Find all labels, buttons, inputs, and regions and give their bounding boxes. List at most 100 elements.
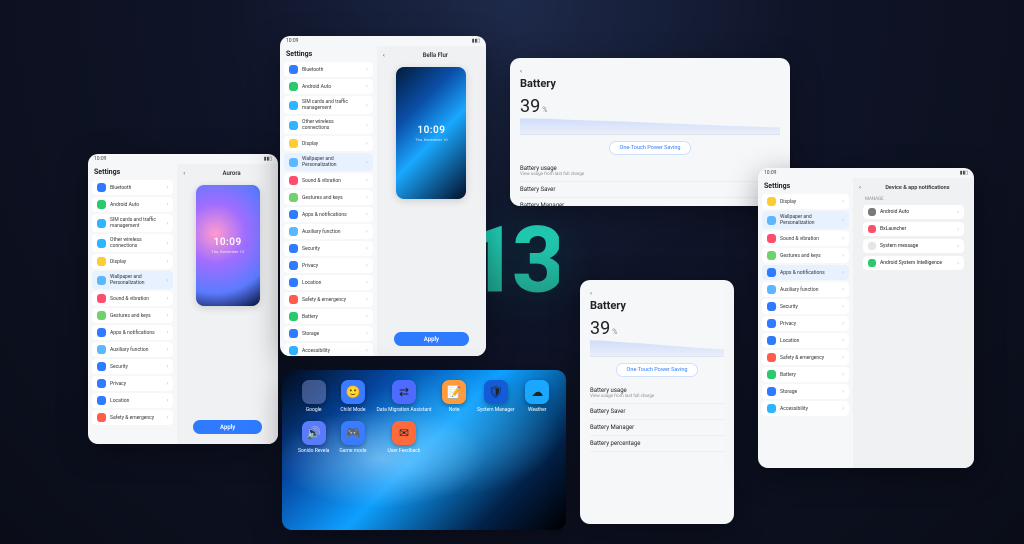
back-button[interactable]: ‹ xyxy=(590,290,592,297)
app-google[interactable]: Google xyxy=(302,380,326,413)
sidebar-item-gestures-and-keys[interactable]: Gestures and keys› xyxy=(762,248,849,263)
sidebar-icon xyxy=(289,346,298,355)
battery-row[interactable]: Battery percentage xyxy=(590,436,724,452)
row-title: Battery usage xyxy=(520,165,780,172)
sidebar-item-privacy[interactable]: Privacy› xyxy=(284,258,373,273)
back-button[interactable]: ‹ xyxy=(183,170,185,177)
sidebar-item-gestures-and-keys[interactable]: Gestures and keys› xyxy=(92,308,173,323)
sidebar-item-privacy[interactable]: Privacy› xyxy=(762,316,849,331)
apply-button[interactable]: Apply xyxy=(394,332,470,346)
notif-app-android-auto[interactable]: Android Auto› xyxy=(863,205,964,219)
app-icon: 🔊 xyxy=(302,421,326,445)
power-saving-button[interactable]: One-Touch Power Saving xyxy=(616,363,699,377)
sidebar-item-gestures-and-keys[interactable]: Gestures and keys› xyxy=(284,190,373,205)
chevron-right-icon: › xyxy=(842,388,844,395)
chevron-right-icon: › xyxy=(842,217,844,224)
sidebar-item-privacy[interactable]: Privacy› xyxy=(92,376,173,391)
sidebar-item-safety-emergency[interactable]: Safety & emergency› xyxy=(762,350,849,365)
sidebar-item-display[interactable]: Display› xyxy=(92,254,173,269)
app-label: System Manager xyxy=(477,407,515,413)
sidebar-icon xyxy=(289,227,298,236)
chevron-right-icon: › xyxy=(366,330,368,337)
chevron-right-icon: › xyxy=(842,405,844,412)
sidebar-item-apps-notifications[interactable]: Apps & notifications› xyxy=(284,207,373,222)
sidebar-item-label: Bluetooth xyxy=(110,185,131,191)
sidebar-item-sim-cards-and-traffic-management[interactable]: SIM cards and traffic management› xyxy=(92,214,173,232)
notif-app-bxlauncher[interactable]: BxLauncher› xyxy=(863,222,964,236)
app-data-migration-assistant[interactable]: ⇄Data Migration Assistant xyxy=(377,380,432,413)
sidebar-item-safety-emergency[interactable]: Safety & emergency› xyxy=(284,292,373,307)
back-button[interactable]: ‹ xyxy=(859,184,861,191)
battery-row[interactable]: Battery Manager xyxy=(520,198,780,206)
sidebar-item-storage[interactable]: Storage› xyxy=(284,326,373,341)
wallpaper-preview[interactable]: 10:09 Thu, November 10 xyxy=(196,185,260,306)
sidebar-item-security[interactable]: Security› xyxy=(762,299,849,314)
sidebar-item-battery[interactable]: Battery› xyxy=(284,309,373,324)
app-note[interactable]: 📝Note xyxy=(442,380,466,413)
app-sonido-revela[interactable]: 🔊Sonido Revela xyxy=(298,421,329,454)
sidebar-item-wallpaper-and-personalization[interactable]: Wallpaper and Personalization› xyxy=(762,211,849,229)
sidebar-item-location[interactable]: Location› xyxy=(762,333,849,348)
sidebar-item-wallpaper-and-personalization[interactable]: Wallpaper and Personalization› xyxy=(284,153,373,171)
sidebar-icon xyxy=(97,294,106,303)
sidebar-item-label: SIM cards and traffic management xyxy=(302,99,362,111)
sidebar-item-wallpaper-and-personalization[interactable]: Wallpaper and Personalization› xyxy=(92,271,173,289)
notif-app-android-system-intelligence[interactable]: Android System Intelligence› xyxy=(863,256,964,270)
sidebar-item-label: Apps & notifications xyxy=(302,212,347,218)
battery-row[interactable]: Battery Manager xyxy=(590,420,724,436)
sidebar-item-other-wireless-connections[interactable]: Other wireless connections› xyxy=(92,234,173,252)
sidebar-item-sim-cards-and-traffic-management[interactable]: SIM cards and traffic management› xyxy=(284,96,373,114)
sidebar-item-battery[interactable]: Battery› xyxy=(762,367,849,382)
chevron-right-icon: › xyxy=(366,66,368,73)
row-title: Battery Saver xyxy=(520,186,780,193)
sidebar-item-apps-notifications[interactable]: Apps & notifications› xyxy=(762,265,849,280)
sidebar-icon xyxy=(767,268,776,277)
app-weather[interactable]: ☁Weather xyxy=(525,380,549,413)
sidebar-item-location[interactable]: Location› xyxy=(92,393,173,408)
app-game-mode[interactable]: 🎮Game mode xyxy=(339,421,366,454)
sidebar-item-safety-emergency[interactable]: Safety & emergency› xyxy=(92,410,173,425)
battery-row[interactable]: Battery usageView usage from last full c… xyxy=(520,161,780,182)
status-bar: 10:09▮▮▯ xyxy=(280,36,486,46)
sidebar-item-accessibility[interactable]: Accessibility › xyxy=(762,401,849,416)
sidebar-item-accessibility[interactable]: Accessibility› xyxy=(284,343,373,356)
sidebar-item-display[interactable]: Display› xyxy=(284,136,373,151)
sidebar-item-bluetooth[interactable]: Bluetooth› xyxy=(92,180,173,195)
back-button[interactable]: ‹ xyxy=(520,68,522,75)
wallpaper-preview[interactable]: 10:09 Thu, November 10 xyxy=(396,67,466,199)
sidebar-item-security[interactable]: Security› xyxy=(92,359,173,374)
lock-date: Thu, November 10 xyxy=(415,137,447,142)
back-button[interactable]: ‹ xyxy=(383,52,385,59)
battery-row[interactable]: Battery Saver xyxy=(520,182,780,198)
sidebar-item-label: Accessibility xyxy=(780,406,808,412)
sidebar-item-auxiliary-function[interactable]: Auxiliary function› xyxy=(284,224,373,239)
sidebar-item-display[interactable]: Display› xyxy=(762,194,849,209)
notif-app-system-message[interactable]: System message› xyxy=(863,239,964,253)
sidebar-item-label: Other wireless connections xyxy=(302,119,362,131)
sidebar-item-label: Wallpaper and Personalization xyxy=(110,274,162,286)
battery-row[interactable]: Battery Saver xyxy=(590,404,724,420)
sidebar-item-other-wireless-connections[interactable]: Other wireless connections› xyxy=(284,116,373,134)
sidebar-icon xyxy=(289,193,298,202)
app-user-feedback[interactable]: ✉User Feedback xyxy=(388,421,421,454)
sidebar-item-android-auto[interactable]: Android Auto› xyxy=(92,197,173,212)
apply-button[interactable]: Apply xyxy=(193,420,262,434)
sidebar-item-storage[interactable]: Storage› xyxy=(762,384,849,399)
sidebar-item-sound-vibration[interactable]: Sound & vibration› xyxy=(762,231,849,246)
sidebar-item-auxiliary-function[interactable]: Auxiliary function› xyxy=(92,342,173,357)
sidebar-item-apps-notifications[interactable]: Apps & notifications› xyxy=(92,325,173,340)
sidebar-item-auxiliary-function[interactable]: Auxiliary function› xyxy=(762,282,849,297)
app-system-manager[interactable]: 🛡System Manager xyxy=(477,380,515,413)
chevron-right-icon: › xyxy=(366,313,368,320)
sidebar-icon xyxy=(767,285,776,294)
sidebar-item-sound-vibration[interactable]: Sound & vibration› xyxy=(92,291,173,306)
power-saving-button[interactable]: One-Touch Power Saving xyxy=(609,141,692,155)
battery-row[interactable]: Battery usageView usage from last full c… xyxy=(590,383,724,404)
sidebar-icon xyxy=(97,362,106,371)
sidebar-item-location[interactable]: Location› xyxy=(284,275,373,290)
sidebar-item-security[interactable]: Security› xyxy=(284,241,373,256)
sidebar-item-android-auto[interactable]: Android Auto› xyxy=(284,79,373,94)
sidebar-item-sound-vibration[interactable]: Sound & vibration› xyxy=(284,173,373,188)
sidebar-item-bluetooth[interactable]: Bluetooth› xyxy=(284,62,373,77)
app-child-mode[interactable]: 🙂Child Mode xyxy=(340,380,365,413)
